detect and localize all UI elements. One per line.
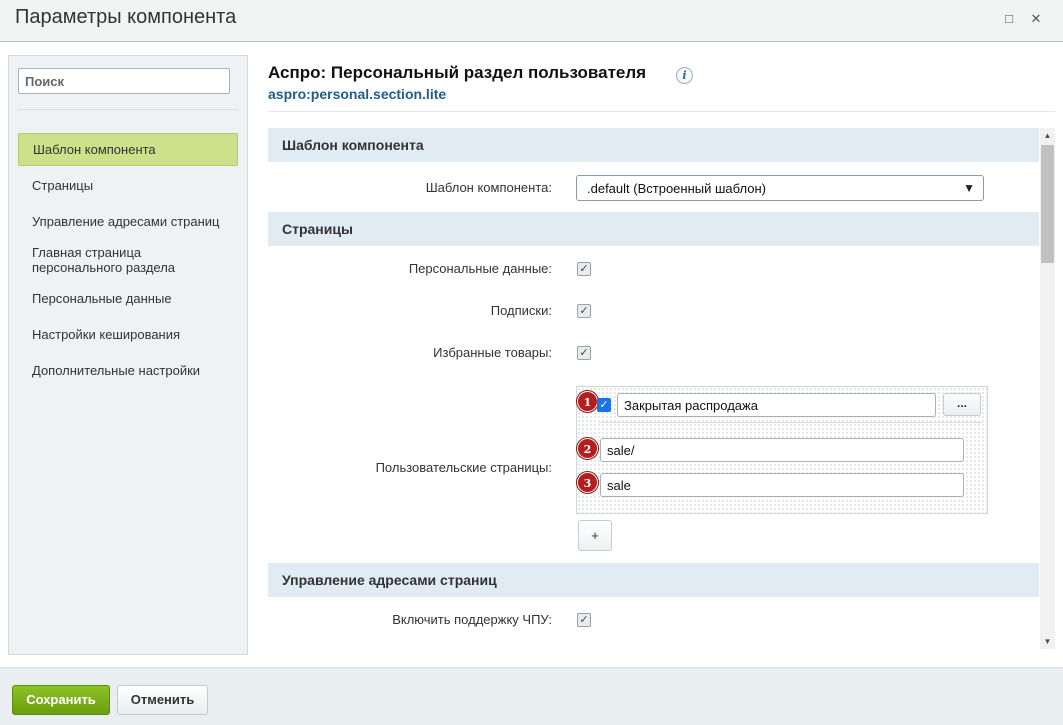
sidebar-item-label: Дополнительные настройки (32, 362, 201, 378)
template-select-value: .default (Встроенный шаблон) (587, 181, 766, 196)
sidebar-item-label: Персональные данные (32, 290, 172, 306)
favorites-checkbox[interactable]: ✓ (577, 346, 591, 360)
sidebar-item-label: Настройки кеширования (32, 326, 181, 342)
subscriptions-checkbox[interactable]: ✓ (577, 304, 591, 318)
step-badge-2: 2 (577, 438, 598, 459)
sidebar-item-label: Управление адресами страниц (32, 213, 220, 229)
sidebar-item-label: Страницы (32, 177, 94, 193)
save-button[interactable]: Сохранить (12, 685, 110, 715)
step-badge-1: 1 (577, 391, 598, 412)
window-titlebar: Параметры компонента □ ✕ (0, 0, 1063, 42)
sidebar-item-personal-data[interactable]: Персональные данные (18, 283, 238, 313)
sidebar-item-component-template[interactable]: Шаблон компонента (18, 133, 238, 166)
custom-page-name-field[interactable]: Закрытая распродажа (617, 393, 936, 417)
sidebar-item-url-management[interactable]: Управление адресами страниц (18, 206, 238, 236)
close-icon[interactable]: ✕ (1028, 11, 1044, 27)
section-header-template: Шаблон компонента (268, 128, 1039, 162)
window-title: Параметры компонента (15, 6, 237, 28)
sidebar-item-label: Главная страница персонального раздела (32, 245, 176, 275)
sidebar-item-label: Шаблон компонента (33, 142, 156, 157)
info-icon[interactable]: i (676, 67, 693, 84)
header-divider (268, 111, 1055, 112)
scrollbar-thumb[interactable] (1041, 145, 1054, 263)
content-scrollbar[interactable]: ▲ ▼ (1040, 128, 1055, 649)
template-select[interactable]: .default (Встроенный шаблон) ▼ (576, 175, 984, 201)
subscriptions-label: Подписки: (490, 303, 552, 318)
custom-page-code-field[interactable]: sale (600, 473, 964, 497)
scroll-down-icon[interactable]: ▼ (1040, 634, 1055, 649)
scroll-up-icon[interactable]: ▲ (1040, 128, 1055, 143)
custom-page-path-field[interactable]: sale/ (600, 438, 964, 462)
search-input[interactable] (18, 68, 230, 94)
step-badge-3: 3 (577, 472, 598, 493)
sef-checkbox[interactable]: ✓ (577, 613, 591, 627)
template-field-label: Шаблон компонента: (425, 180, 552, 195)
favorites-label: Избранные товары: (433, 345, 552, 360)
custom-page-divider (599, 422, 982, 423)
dialog-footer: Сохранить Отменить (0, 667, 1063, 725)
cancel-button[interactable]: Отменить (117, 685, 208, 715)
chevron-down-icon: ▼ (963, 181, 975, 195)
component-title: Аспро: Персональный раздел пользователя (268, 63, 647, 82)
sidebar-item-pages[interactable]: Страницы (18, 170, 238, 200)
personal-data-checkbox[interactable]: ✓ (577, 262, 591, 276)
browse-button[interactable]: ... (943, 393, 981, 416)
sidebar: Шаблон компонента Страницы Управление ад… (8, 55, 248, 655)
sidebar-divider (17, 109, 239, 110)
sidebar-item-main-page[interactable]: Главная страница персонального раздела (18, 242, 238, 278)
custom-page-enabled-checkbox[interactable]: ✓ (597, 398, 611, 412)
add-custom-page-button[interactable]: + (578, 520, 612, 551)
maximize-icon[interactable]: □ (1001, 11, 1017, 27)
component-code: aspro:personal.section.lite (268, 86, 447, 102)
sidebar-item-additional-settings[interactable]: Дополнительные настройки (18, 355, 238, 385)
custom-pages-label: Пользовательские страницы: (375, 460, 552, 475)
section-header-pages: Страницы (268, 212, 1039, 246)
sidebar-item-cache-settings[interactable]: Настройки кеширования (18, 319, 238, 349)
section-header-url-management: Управление адресами страниц (268, 563, 1039, 597)
personal-data-label: Персональные данные: (408, 261, 552, 276)
sef-label: Включить поддержку ЧПУ: (392, 612, 552, 627)
